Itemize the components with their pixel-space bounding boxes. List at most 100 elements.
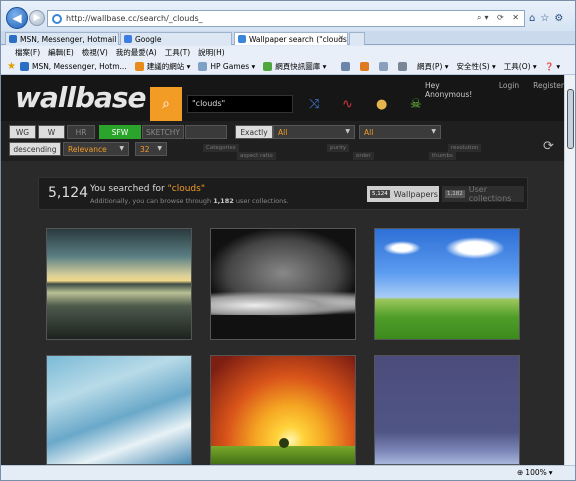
- select-value: All: [364, 127, 374, 137]
- search-summary: You searched for "clouds": [90, 184, 205, 194]
- tab-wallpaper-search[interactable]: Wallpaper search ("clouds... ✕: [234, 32, 348, 45]
- register-link[interactable]: Register: [533, 81, 564, 99]
- wallpaper-thumb-sunset-clouds-over-water[interactable]: [46, 228, 192, 340]
- print-icon[interactable]: [398, 62, 407, 71]
- command-bar: 網頁(P) ▾ 安全性(S) ▾ 工具(O) ▾ ❓ ▾: [341, 61, 560, 72]
- back-button[interactable]: ◀: [6, 7, 28, 29]
- menu-tools[interactable]: 工具(T): [165, 47, 190, 58]
- fav-label: HP Games ▾: [210, 62, 256, 71]
- url-text: http://wallbase.cc/search/_clouds_: [66, 14, 203, 23]
- results-summary: 5,124 You searched for "clouds" Addition…: [38, 177, 528, 210]
- menu-help[interactable]: 說明(H): [198, 47, 225, 58]
- hint-suffix: user collections.: [233, 197, 289, 205]
- mail-icon[interactable]: [379, 62, 388, 71]
- scrollbar-thumb[interactable]: [567, 89, 574, 149]
- board-hr-toggle[interactable]: HR: [67, 125, 95, 139]
- chevron-down-icon: ▾: [548, 468, 553, 477]
- tab-strip: MSN, Messenger, Hotmail - ... Google Wal…: [1, 31, 575, 45]
- thumb-clouds-layer: [211, 291, 355, 315]
- caption-order: order: [353, 152, 374, 160]
- new-tab-button[interactable]: [349, 32, 365, 45]
- thumb-ground: [211, 446, 355, 464]
- menu-favorites[interactable]: 我的最愛(A): [116, 47, 157, 58]
- home-icon[interactable]: [341, 62, 350, 71]
- menu-file[interactable]: 檔案(F): [15, 47, 40, 58]
- resolution-select[interactable]: All ▼: [273, 125, 355, 139]
- wallpaper-thumb-bright-blue-clouds[interactable]: [46, 355, 192, 465]
- purity-nsfw-toggle[interactable]: [185, 125, 227, 139]
- vertical-scrollbar[interactable]: [564, 75, 575, 465]
- fav-label: 建議的網站 ▾: [146, 62, 191, 71]
- select-value: All: [278, 127, 288, 137]
- web-page: wallbase ⌕ "clouds" ⤨ ∿ ● ☠ Hey Anonymou…: [1, 75, 564, 465]
- aspect-select[interactable]: All ▼: [359, 125, 441, 139]
- fav-label: MSN, Messenger, Hotm...: [31, 62, 127, 71]
- suggested-sites-icon: [134, 62, 144, 71]
- search-input[interactable]: "clouds": [187, 95, 293, 113]
- collections-label: User collections: [468, 185, 512, 203]
- fav-link-hp-games[interactable]: HP Games ▾: [198, 62, 255, 71]
- purity-sfw-toggle[interactable]: SFW: [99, 125, 141, 139]
- wallbase-logo[interactable]: wallbase: [15, 81, 147, 114]
- hp-games-icon: [198, 62, 208, 71]
- menu-view[interactable]: 檢視(V): [82, 47, 108, 58]
- result-count: 5,124: [48, 185, 89, 201]
- wallpaper-thumb-planet-over-clouds[interactable]: [210, 228, 356, 340]
- summary-query: "clouds": [167, 184, 205, 194]
- chat-icon[interactable]: ●: [376, 97, 387, 112]
- sort-select[interactable]: Relevance ▼: [63, 142, 129, 156]
- match-mode-button[interactable]: Exactly: [235, 125, 273, 139]
- board-wg-toggle[interactable]: WG: [9, 125, 36, 139]
- rss-icon[interactable]: [360, 62, 369, 71]
- skull-icon[interactable]: ☠: [410, 97, 422, 112]
- thumb-tree: [279, 438, 289, 448]
- site-header: wallbase ⌕ "clouds" ⤨ ∿ ● ☠ Hey Anonymou…: [1, 75, 564, 121]
- pulse-icon[interactable]: ∿: [342, 97, 353, 112]
- board-w-toggle[interactable]: W: [38, 125, 65, 139]
- msn-icon: [19, 62, 29, 71]
- url-field[interactable]: http://wallbase.cc/search/_clouds_ ⌕▾ ⟳ …: [47, 10, 525, 27]
- filter-bar: WG W HR SFW SKETCHY Exactly All ▼ All ▼ de…: [1, 121, 564, 161]
- safety-menu[interactable]: 安全性(S) ▾: [457, 61, 496, 72]
- thumb-cloud: [445, 237, 505, 259]
- caption-aspect-ratio: aspect ratio: [237, 152, 276, 160]
- order-toggle[interactable]: descending: [9, 142, 61, 156]
- fav-link-msn[interactable]: MSN, Messenger, Hotm...: [19, 62, 127, 71]
- zoom-icon: ⊕: [517, 468, 524, 477]
- wallpapers-tab-button[interactable]: 5,124 Wallpapers: [367, 186, 439, 202]
- search-button[interactable]: ⌕: [150, 87, 182, 121]
- fav-link-web-slice[interactable]: 網頁快訊圖庫 ▾: [263, 61, 326, 72]
- msn-icon: [9, 35, 17, 43]
- address-bar-area: ◀ ▶ http://wallbase.cc/search/_clouds_ ⌕…: [1, 1, 575, 31]
- purity-sketchy-toggle[interactable]: SKETCHY: [142, 125, 184, 139]
- address-tools[interactable]: ⌕▾ ⟳ ✕: [477, 13, 522, 23]
- page-menu[interactable]: 網頁(P) ▾: [417, 61, 449, 72]
- forward-button[interactable]: ▶: [29, 10, 45, 26]
- refresh-icon[interactable]: ⟳: [543, 139, 554, 154]
- close-tab-icon[interactable]: ✕: [338, 34, 344, 42]
- tools-menu[interactable]: 工具(O) ▾: [504, 61, 537, 72]
- thumbs-select[interactable]: 32 ▼: [135, 142, 167, 156]
- favorites-bar: ★ MSN, Messenger, Hotm... 建議的網站 ▾ HP Gam…: [1, 59, 575, 75]
- tab-msn[interactable]: MSN, Messenger, Hotmail - ...: [5, 32, 119, 45]
- summary-prefix: You searched for: [90, 184, 168, 194]
- tab-google[interactable]: Google: [120, 32, 232, 45]
- wallpaper-thumb-blue-sky-green-field[interactable]: [374, 228, 520, 340]
- fav-label: 網頁快訊圖庫 ▾: [275, 62, 327, 71]
- fav-link-suggested[interactable]: 建議的網站 ▾: [134, 61, 191, 72]
- window-tools[interactable]: ⌂☆⚙: [529, 13, 568, 24]
- collections-tab-button[interactable]: 1,182 User collections: [442, 185, 524, 203]
- dropdown-arrow-icon: ▼: [345, 128, 350, 135]
- status-bar: ⊕ 100% ▾: [1, 465, 575, 480]
- caption-purity: purity: [327, 144, 350, 152]
- wallpaper-thumb-sunrise-over-hills[interactable]: [210, 355, 356, 465]
- help-menu[interactable]: ❓ ▾: [545, 62, 561, 71]
- menu-edit[interactable]: 編輯(E): [48, 47, 74, 58]
- tab-label: Wallpaper search ("clouds...: [249, 34, 348, 44]
- login-link[interactable]: Login: [499, 81, 519, 99]
- zoom-control[interactable]: ⊕ 100% ▾: [517, 468, 553, 477]
- shuffle-icon[interactable]: ⤨: [309, 97, 319, 112]
- favorites-star-icon[interactable]: ★: [7, 61, 16, 72]
- wallpaper-thumb-purple-sky-horizon[interactable]: [374, 355, 520, 465]
- dropdown-arrow-icon: ▼: [431, 128, 436, 135]
